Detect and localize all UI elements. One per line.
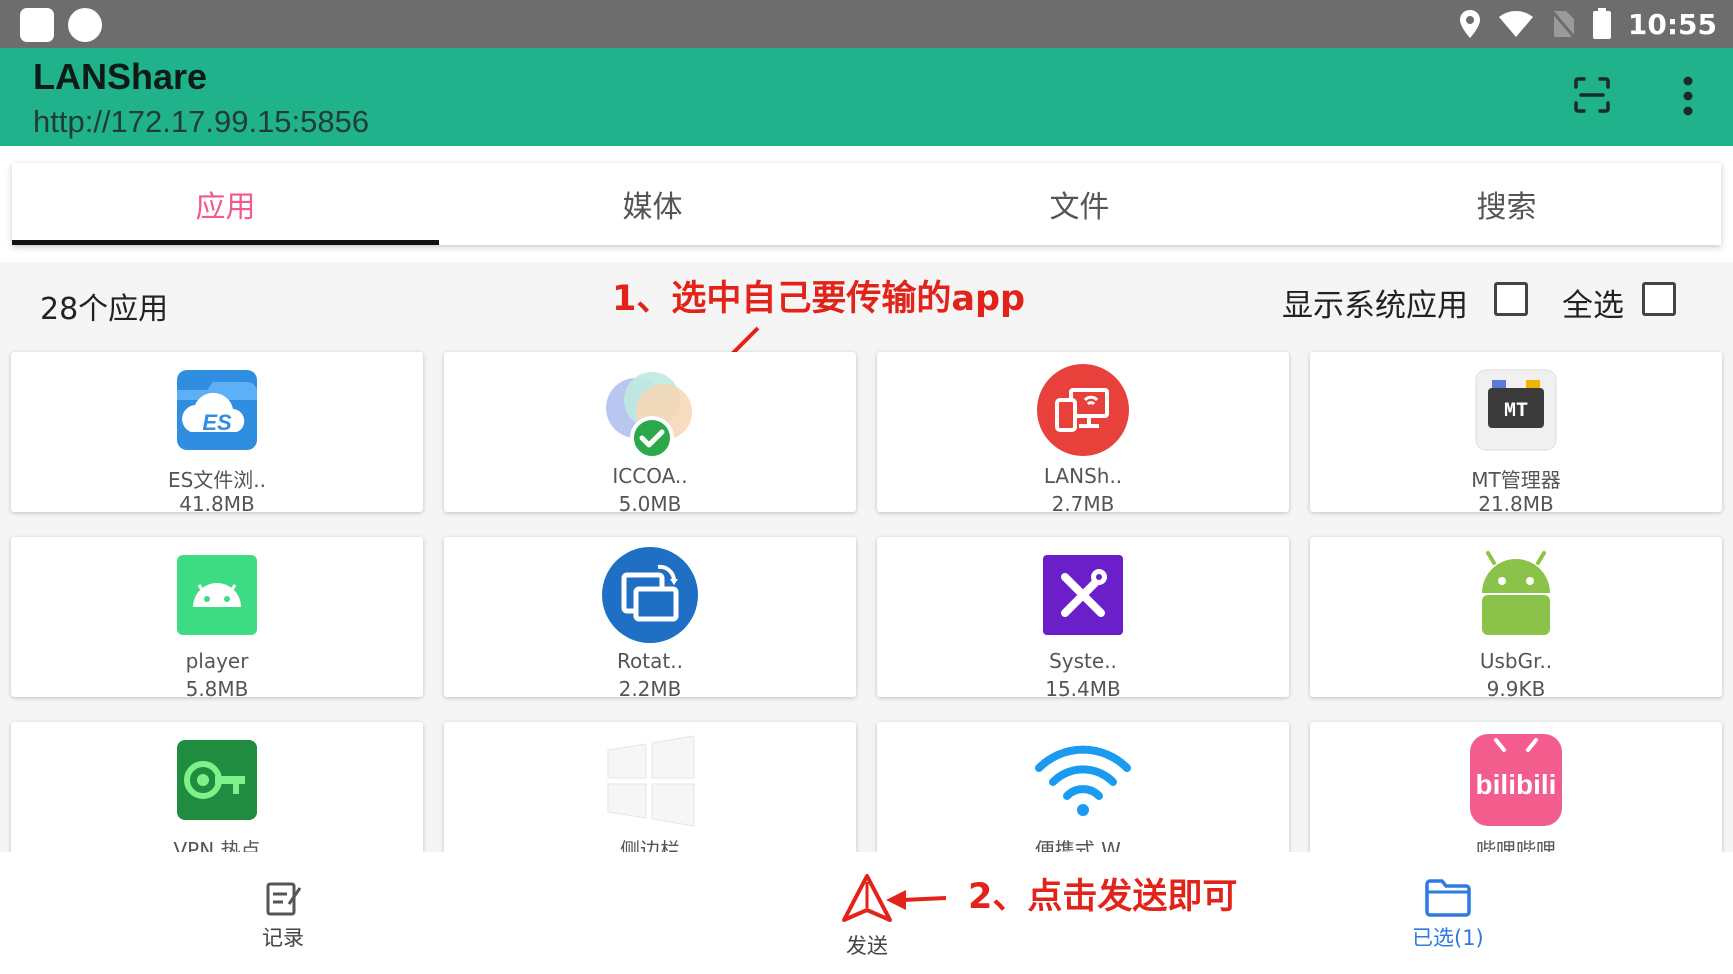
- app-card-bilibili[interactable]: bilibili 哔哩哔哩: [1310, 722, 1722, 852]
- app-name: ES文件浏..: [167, 468, 267, 492]
- app-card-lanshare[interactable]: LANSh.. 2.7MB: [877, 352, 1289, 516]
- app-card-es[interactable]: ES ES文件浏.. 41.8MB: [11, 352, 423, 516]
- lanshare-icon: [1037, 364, 1129, 456]
- vpn-key-icon: [177, 740, 257, 820]
- select-all-checkbox[interactable]: [1642, 282, 1676, 316]
- app-card-system-tools[interactable]: Syste.. 15.4MB: [877, 537, 1289, 701]
- app-size: 2.7MB: [1051, 492, 1115, 516]
- svg-text:ES: ES: [202, 410, 232, 435]
- app-size: 5.8MB: [185, 677, 249, 701]
- annotation-arrow-icon: [886, 890, 947, 910]
- selected-button[interactable]: 已选(1): [1412, 876, 1484, 952]
- server-url: http://172.17.99.15:5856: [33, 104, 370, 139]
- mt-manager-icon: MT: [1475, 369, 1557, 451]
- app-size: 2.2MB: [618, 677, 682, 701]
- battery-icon: [1592, 8, 1611, 39]
- show-system-apps-checkbox[interactable]: [1494, 282, 1528, 316]
- app-card-mt-manager[interactable]: MT MT管理器 21.8MB: [1310, 352, 1722, 516]
- app-bar: LANShare http://172.17.99.15:5856: [0, 48, 1733, 146]
- tab-apps[interactable]: 应用: [12, 163, 439, 245]
- scan-icon[interactable]: [1572, 75, 1612, 115]
- wifi-icon: [1035, 745, 1131, 816]
- location-icon: [1459, 10, 1480, 38]
- selected-label: 已选(1): [1412, 926, 1484, 950]
- bilibili-icon: bilibili: [1470, 734, 1562, 826]
- annotation-select-app: 1、选中自己要传输的app: [612, 279, 1026, 319]
- tab-bar: 应用 媒体 文件 搜索: [12, 163, 1721, 245]
- status-time: 10:55: [1627, 7, 1717, 41]
- tab-indicator: [12, 240, 439, 245]
- app-card-rotation[interactable]: Rotat.. 2.2MB: [444, 537, 856, 701]
- select-all-label: 全选: [1562, 288, 1624, 324]
- notification-circle-icon: [68, 8, 102, 42]
- app-card-usbgr[interactable]: UsbGr.. 9.9KB: [1310, 537, 1722, 701]
- app-name: Syste..: [1049, 649, 1117, 673]
- app-title: LANShare: [33, 56, 208, 97]
- es-file-explorer-icon: ES: [177, 370, 257, 450]
- app-count-label: 28个应用: [40, 292, 169, 327]
- tab-search[interactable]: 搜索: [1293, 163, 1720, 245]
- folder-icon: [1425, 879, 1471, 917]
- tab-media[interactable]: 媒体: [439, 163, 866, 245]
- android-robot-icon: [1482, 551, 1550, 635]
- iccoa-icon: [606, 372, 692, 460]
- app-card-sidebar[interactable]: 侧边栏: [444, 722, 856, 852]
- notification-square-icon: [20, 8, 54, 42]
- app-list-area[interactable]: 28个应用 1、选中自己要传输的app 显示系统应用 全选 ES ES文件浏..…: [0, 262, 1733, 852]
- app-name: 哔哩哔哩: [1476, 838, 1556, 852]
- no-sim-icon: [1550, 10, 1576, 38]
- app-name: ICCOA..: [612, 464, 688, 488]
- app-name: MT管理器: [1471, 468, 1561, 492]
- app-name: player: [185, 649, 249, 673]
- app-size: 5.0MB: [618, 492, 682, 516]
- app-name: LANSh..: [1043, 464, 1123, 488]
- app-card-vpn[interactable]: VPN 热点: [11, 722, 423, 852]
- records-label: 记录: [262, 926, 304, 950]
- more-vert-icon[interactable]: [1676, 75, 1700, 117]
- annotation-send: 2、点击发送即可: [968, 877, 1238, 917]
- status-bar: 10:55: [0, 0, 1733, 48]
- app-size: 41.8MB: [179, 492, 255, 516]
- system-tools-icon: [1043, 555, 1123, 635]
- send-label: 发送: [846, 934, 888, 958]
- show-system-apps-label: 显示系统应用: [1282, 288, 1468, 324]
- app-name: VPN 热点: [173, 838, 261, 852]
- records-icon: [266, 882, 302, 916]
- app-name: UsbGr..: [1479, 649, 1553, 673]
- svg-text:MT: MT: [1504, 400, 1528, 423]
- rotation-icon: [602, 547, 698, 643]
- app-size: 9.9KB: [1486, 677, 1546, 701]
- app-card-iccoa[interactable]: ICCOA.. 5.0MB: [444, 352, 856, 516]
- svg-text:bilibili: bilibili: [1476, 769, 1557, 800]
- app-name: Rotat..: [617, 649, 683, 673]
- tab-files[interactable]: 文件: [866, 163, 1293, 245]
- wifi-signal-icon: [1498, 11, 1533, 37]
- app-size: 15.4MB: [1045, 677, 1121, 701]
- app-size: 21.8MB: [1478, 492, 1554, 516]
- records-button[interactable]: 记录: [262, 878, 304, 952]
- app-name: 侧边栏: [620, 838, 680, 852]
- app-card-portable-wifi[interactable]: 便携式 W..: [877, 722, 1289, 852]
- app-card-player[interactable]: player 5.8MB: [11, 537, 423, 701]
- bottom-nav: 记录 发送 2、点击发送即可 已选(1): [0, 852, 1733, 974]
- android-player-icon: [177, 555, 257, 635]
- app-name: 便携式 W..: [1034, 838, 1132, 852]
- sidebar-windows-icon: [607, 735, 695, 827]
